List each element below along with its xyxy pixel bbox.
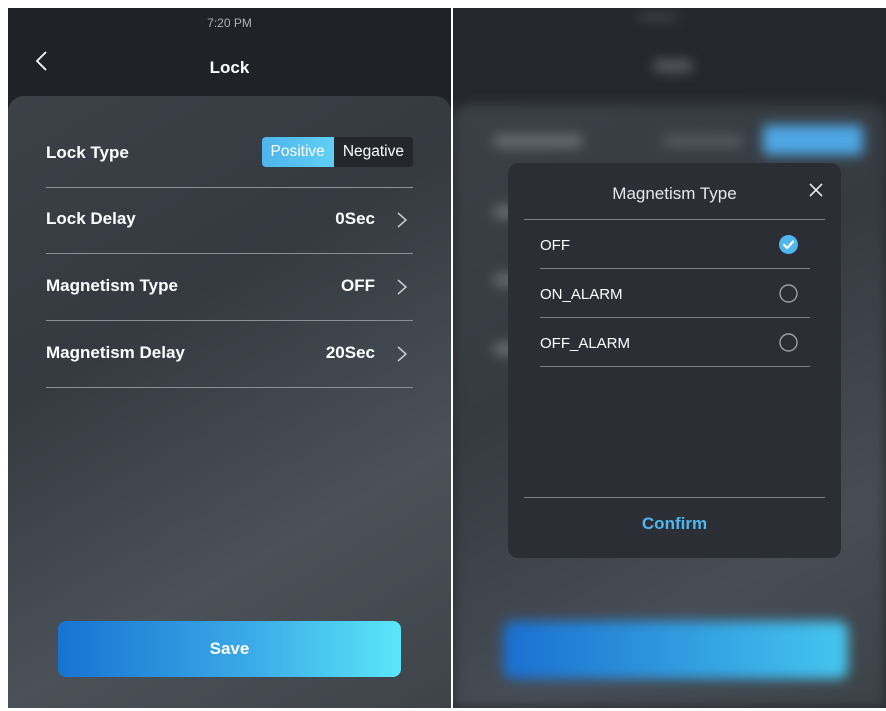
magnetism-delay-row[interactable]: Magnetism Delay 20Sec xyxy=(46,321,413,388)
option-off-label: OFF xyxy=(540,237,570,254)
option-off-alarm[interactable]: OFF_ALARM xyxy=(540,318,810,367)
magnetism-delay-label: Magnetism Delay xyxy=(46,343,185,362)
status-bar-time: 7:20 PM xyxy=(207,16,252,30)
dialog-footer-divider xyxy=(524,497,825,498)
chevron-right-icon xyxy=(397,212,408,228)
chevron-right-icon xyxy=(397,279,408,295)
settings-panel: Lock Type Positive Negative Lock Delay 0… xyxy=(8,96,451,708)
magnetism-type-dialog-screen: Magnetism Type OFF ON_ALARM OFF_ALARM Co… xyxy=(453,8,886,708)
lock-delay-value: 0Sec xyxy=(335,209,375,228)
option-off-alarm-label: OFF_ALARM xyxy=(540,335,631,352)
confirm-button[interactable]: Confirm xyxy=(524,499,825,549)
lock-type-toggle[interactable]: Positive Negative xyxy=(261,137,413,167)
save-button[interactable]: Save xyxy=(58,621,401,677)
magnetism-type-label: Magnetism Type xyxy=(46,276,178,295)
lock-settings-screen: 7:20 PM Lock Lock Type Positive Negative… xyxy=(8,8,451,708)
close-icon[interactable] xyxy=(807,181,825,199)
magnetism-delay-value: 20Sec xyxy=(325,343,375,362)
lock-delay-label: Lock Delay xyxy=(46,209,136,228)
unchecked-radio-icon[interactable] xyxy=(779,284,798,303)
magnetism-type-value: OFF xyxy=(341,276,375,295)
magnetism-type-row[interactable]: Magnetism Type OFF xyxy=(46,254,413,321)
option-on-alarm[interactable]: ON_ALARM xyxy=(540,269,810,318)
dialog-title: Magnetism Type xyxy=(612,184,737,203)
lock-type-positive-option[interactable]: Positive xyxy=(261,137,334,167)
page-title: Lock xyxy=(209,58,250,77)
chevron-right-icon xyxy=(397,346,408,362)
lock-delay-row[interactable]: Lock Delay 0Sec xyxy=(46,187,413,254)
option-on-alarm-label: ON_ALARM xyxy=(540,286,623,303)
lock-type-row: Lock Type Positive Negative xyxy=(46,121,413,188)
lock-type-label: Lock Type xyxy=(46,143,129,162)
option-off[interactable]: OFF xyxy=(540,220,810,269)
lock-type-negative-option[interactable]: Negative xyxy=(334,137,413,167)
checked-radio-icon[interactable] xyxy=(779,235,798,254)
unchecked-radio-icon[interactable] xyxy=(779,333,798,352)
magnetism-type-dialog: Magnetism Type OFF ON_ALARM OFF_ALARM Co… xyxy=(508,163,841,558)
